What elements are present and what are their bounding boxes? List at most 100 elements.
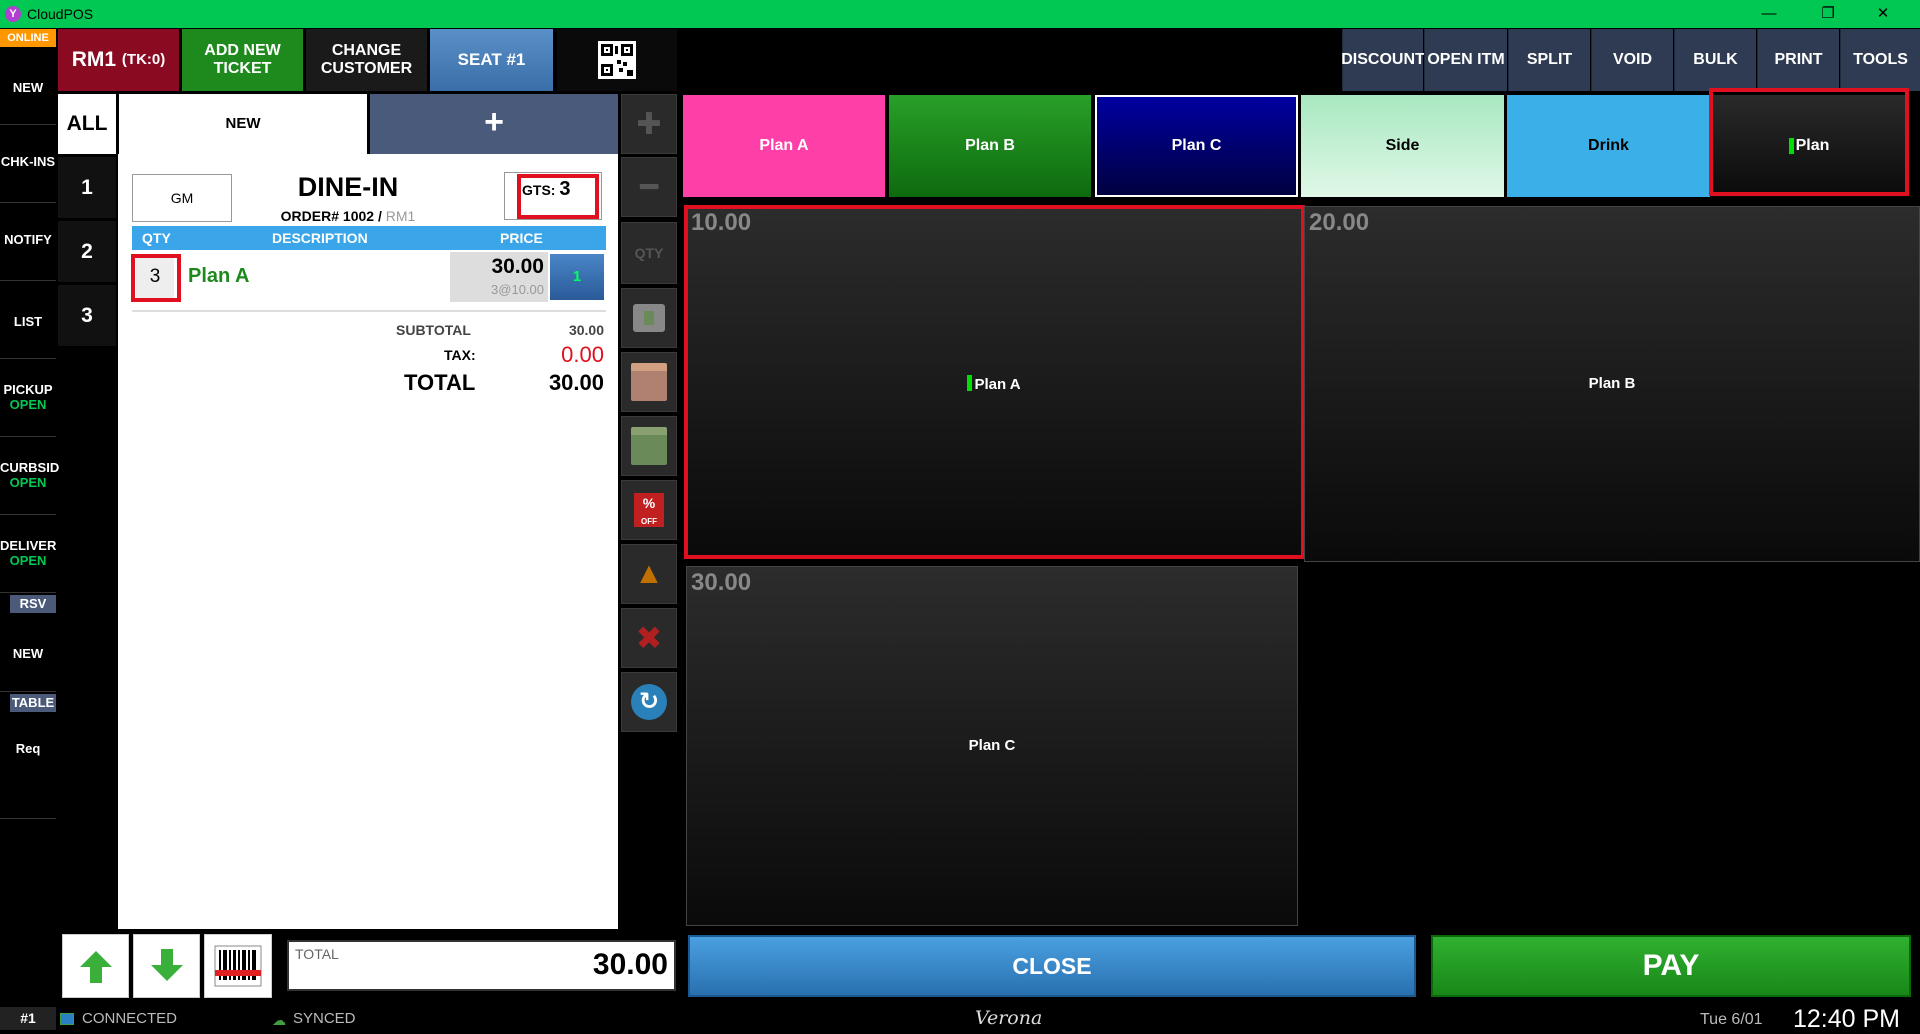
tab-new-ticket[interactable]: NEW <box>119 94 367 154</box>
total-value: 30.00 <box>548 370 604 395</box>
bulk-button[interactable]: BULK <box>1674 29 1756 91</box>
decrease-button[interactable]: ━ <box>621 157 677 217</box>
app-icon: Y <box>5 6 21 22</box>
sidebar-item-label: CURBSID <box>0 460 60 475</box>
qr-code-icon <box>598 41 636 79</box>
sidebar-item-list[interactable]: LIST <box>0 282 56 359</box>
minus-icon: ━ <box>639 170 659 204</box>
sidebar-item-table-req[interactable]: Req <box>0 714 56 819</box>
add-item-button[interactable] <box>621 288 677 348</box>
open-item-button[interactable]: OPEN ITM <box>1424 29 1507 91</box>
pay-button[interactable]: PAY <box>1431 935 1911 997</box>
sidebar-item-rsv-new[interactable]: NEW <box>0 615 56 692</box>
category-plan-highlight <box>1709 88 1909 196</box>
seat-2-button[interactable]: 2 <box>58 221 116 282</box>
refresh-button[interactable]: ↻ <box>621 672 677 732</box>
barcode-scan-button[interactable] <box>204 934 272 998</box>
close-window-button[interactable]: ✕ <box>1860 0 1906 28</box>
sidebar-item-label: PICKUP <box>3 382 53 397</box>
synced-status: SYNCED <box>293 1010 356 1027</box>
memo-button[interactable] <box>621 352 677 412</box>
add-new-ticket-button[interactable]: ADD NEW TICKET <box>182 29 303 91</box>
tab-all[interactable]: ALL <box>58 94 116 154</box>
minimize-button[interactable]: — <box>1746 0 1792 28</box>
bottom-total-value: 30.00 <box>592 948 668 981</box>
restore-button[interactable]: ❐ <box>1805 0 1851 28</box>
connected-icon <box>60 1013 74 1025</box>
order-item-row[interactable]: 3 Plan A 30.00 3@10.00 1 <box>132 252 606 302</box>
category-side[interactable]: Side <box>1301 95 1504 197</box>
menu-item-plan-b[interactable]: 20.00 Plan B <box>1304 206 1920 562</box>
title-bar: Y CloudPOS — ❐ ✕ <box>0 0 1920 28</box>
column-description: DESCRIPTION <box>272 230 368 246</box>
sidebar-item-label: CHK-INS <box>0 154 56 169</box>
order-panel: GM DINE-IN ORDER# 1002 / RM1 GTS: 3 QTY … <box>118 154 618 929</box>
item-price-box: 30.00 3@10.00 <box>450 252 548 302</box>
increase-button[interactable]: ✚ <box>621 94 677 154</box>
guests-highlight <box>517 174 599 219</box>
modifier-button[interactable] <box>621 416 677 476</box>
print-button[interactable]: PRINT <box>1757 29 1839 91</box>
ticket-count: (TK:0) <box>121 51 166 68</box>
order-number-label: ORDER# <box>280 208 340 224</box>
close-button[interactable]: CLOSE <box>688 935 1416 997</box>
item-seat-button[interactable]: 1 <box>550 254 604 300</box>
category-label: Plan C <box>1171 137 1222 154</box>
order-number: ORDER# 1002 / RM1 <box>280 208 416 224</box>
column-qty: QTY <box>142 230 171 246</box>
qty-button[interactable]: QTY <box>621 222 677 284</box>
void-item-button[interactable]: ✖ <box>621 608 677 668</box>
discount-icon: % OFF <box>634 493 664 527</box>
seat-button[interactable]: SEAT #1 <box>430 29 553 91</box>
category-plan-c[interactable]: Plan C <box>1095 95 1298 197</box>
category-label: Side <box>1385 137 1420 154</box>
scroll-up-button[interactable] <box>62 934 129 998</box>
qr-code-button[interactable] <box>557 29 677 91</box>
sidebar-item-label: NEW <box>12 646 44 661</box>
sidebar-item-curbside[interactable]: CURBSID OPEN <box>0 438 60 515</box>
modifier-icon <box>631 427 667 465</box>
sidebar-item-chk-ins[interactable]: CHK-INS <box>0 126 56 203</box>
subtotal-value: 30.00 <box>568 322 604 338</box>
curbside-status: OPEN <box>9 475 47 490</box>
sidebar-item-label: LIST <box>13 314 43 329</box>
delivery-status: OPEN <box>9 553 47 568</box>
scroll-down-button[interactable] <box>133 934 200 998</box>
order-number-value: 1002 <box>342 208 375 224</box>
sidebar-item-delivery[interactable]: DELIVER OPEN <box>0 516 56 593</box>
sidebar-item-pickup[interactable]: PICKUP OPEN <box>0 360 56 437</box>
category-label: Plan B <box>965 137 1015 154</box>
sidebar-item-label: NEW <box>12 80 44 95</box>
discount-button[interactable]: % OFF <box>621 480 677 540</box>
menu-item-highlight <box>684 205 1305 559</box>
discount-off-text: OFF <box>641 517 657 526</box>
bottom-total-label: TOTAL <box>295 946 339 962</box>
menu-item-label: Plan C <box>968 737 1016 754</box>
category-plan-a[interactable]: Plan A <box>683 95 885 197</box>
category-drink[interactable]: Drink <box>1507 95 1710 197</box>
item-unit-price: 3@10.00 <box>491 282 544 297</box>
fire-button[interactable]: ▲ <box>621 544 677 604</box>
void-button[interactable]: VOID <box>1591 29 1673 91</box>
bottom-total-box: TOTAL 30.00 <box>287 940 676 991</box>
menu-item-plan-c[interactable]: 30.00 Plan C <box>686 566 1298 926</box>
order-type: DINE-IN <box>297 172 399 202</box>
guest-member-button[interactable]: GM <box>132 174 232 222</box>
qty-highlight <box>131 254 181 302</box>
terminal-number: #1 <box>0 1007 56 1030</box>
gift-box-icon <box>633 304 665 332</box>
column-price: PRICE <box>500 230 543 246</box>
online-badge: ONLINE <box>0 29 56 47</box>
split-button[interactable]: SPLIT <box>1508 29 1590 91</box>
category-plan-b[interactable]: Plan B <box>889 95 1091 197</box>
sidebar-item-new[interactable]: NEW <box>0 51 56 125</box>
change-customer-button[interactable]: CHANGE CUSTOMER <box>306 29 427 91</box>
sidebar-item-notify[interactable]: NOTIFY <box>0 204 56 281</box>
tools-button[interactable]: TOOLS <box>1840 29 1920 91</box>
seat-1-button[interactable]: 1 <box>58 157 116 218</box>
room-indicator: RM1 (TK:0) <box>58 29 179 91</box>
add-ticket-tab-button[interactable]: + <box>370 94 618 154</box>
seat-3-button[interactable]: 3 <box>58 285 116 346</box>
discount-action-button[interactable]: DISCOUNT <box>1341 29 1425 91</box>
date-display: Tue 6/01 <box>1700 1011 1763 1028</box>
